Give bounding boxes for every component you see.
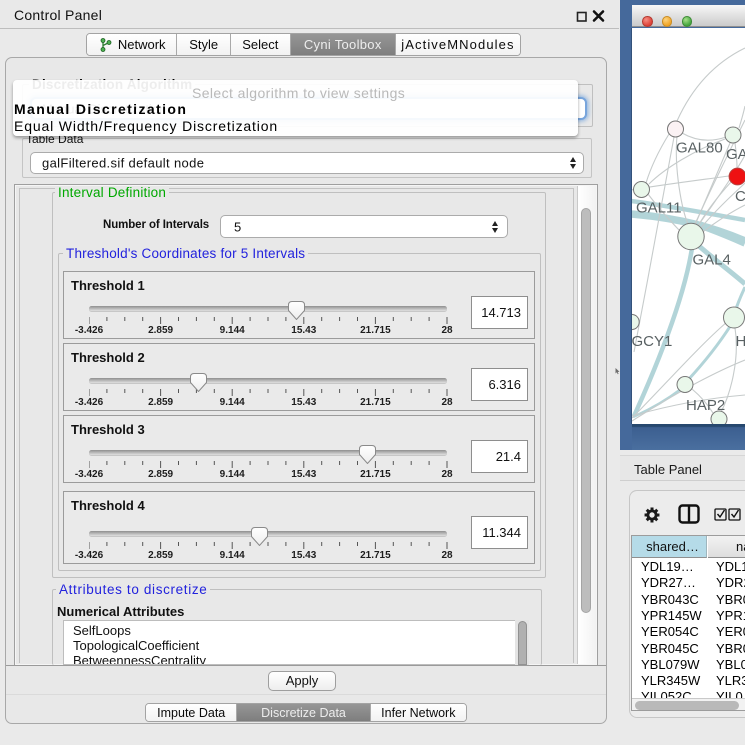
svg-text:C: C: [735, 188, 745, 205]
svg-text:HAP2: HAP2: [686, 397, 725, 414]
svg-text:GAL11: GAL11: [636, 200, 682, 217]
svg-text:H: H: [735, 333, 745, 350]
svg-text:GA: GA: [726, 146, 745, 163]
svg-text:GAL80: GAL80: [676, 140, 723, 157]
svg-text:GAL4: GAL4: [692, 252, 730, 269]
svg-text:GCY1: GCY1: [632, 333, 672, 350]
